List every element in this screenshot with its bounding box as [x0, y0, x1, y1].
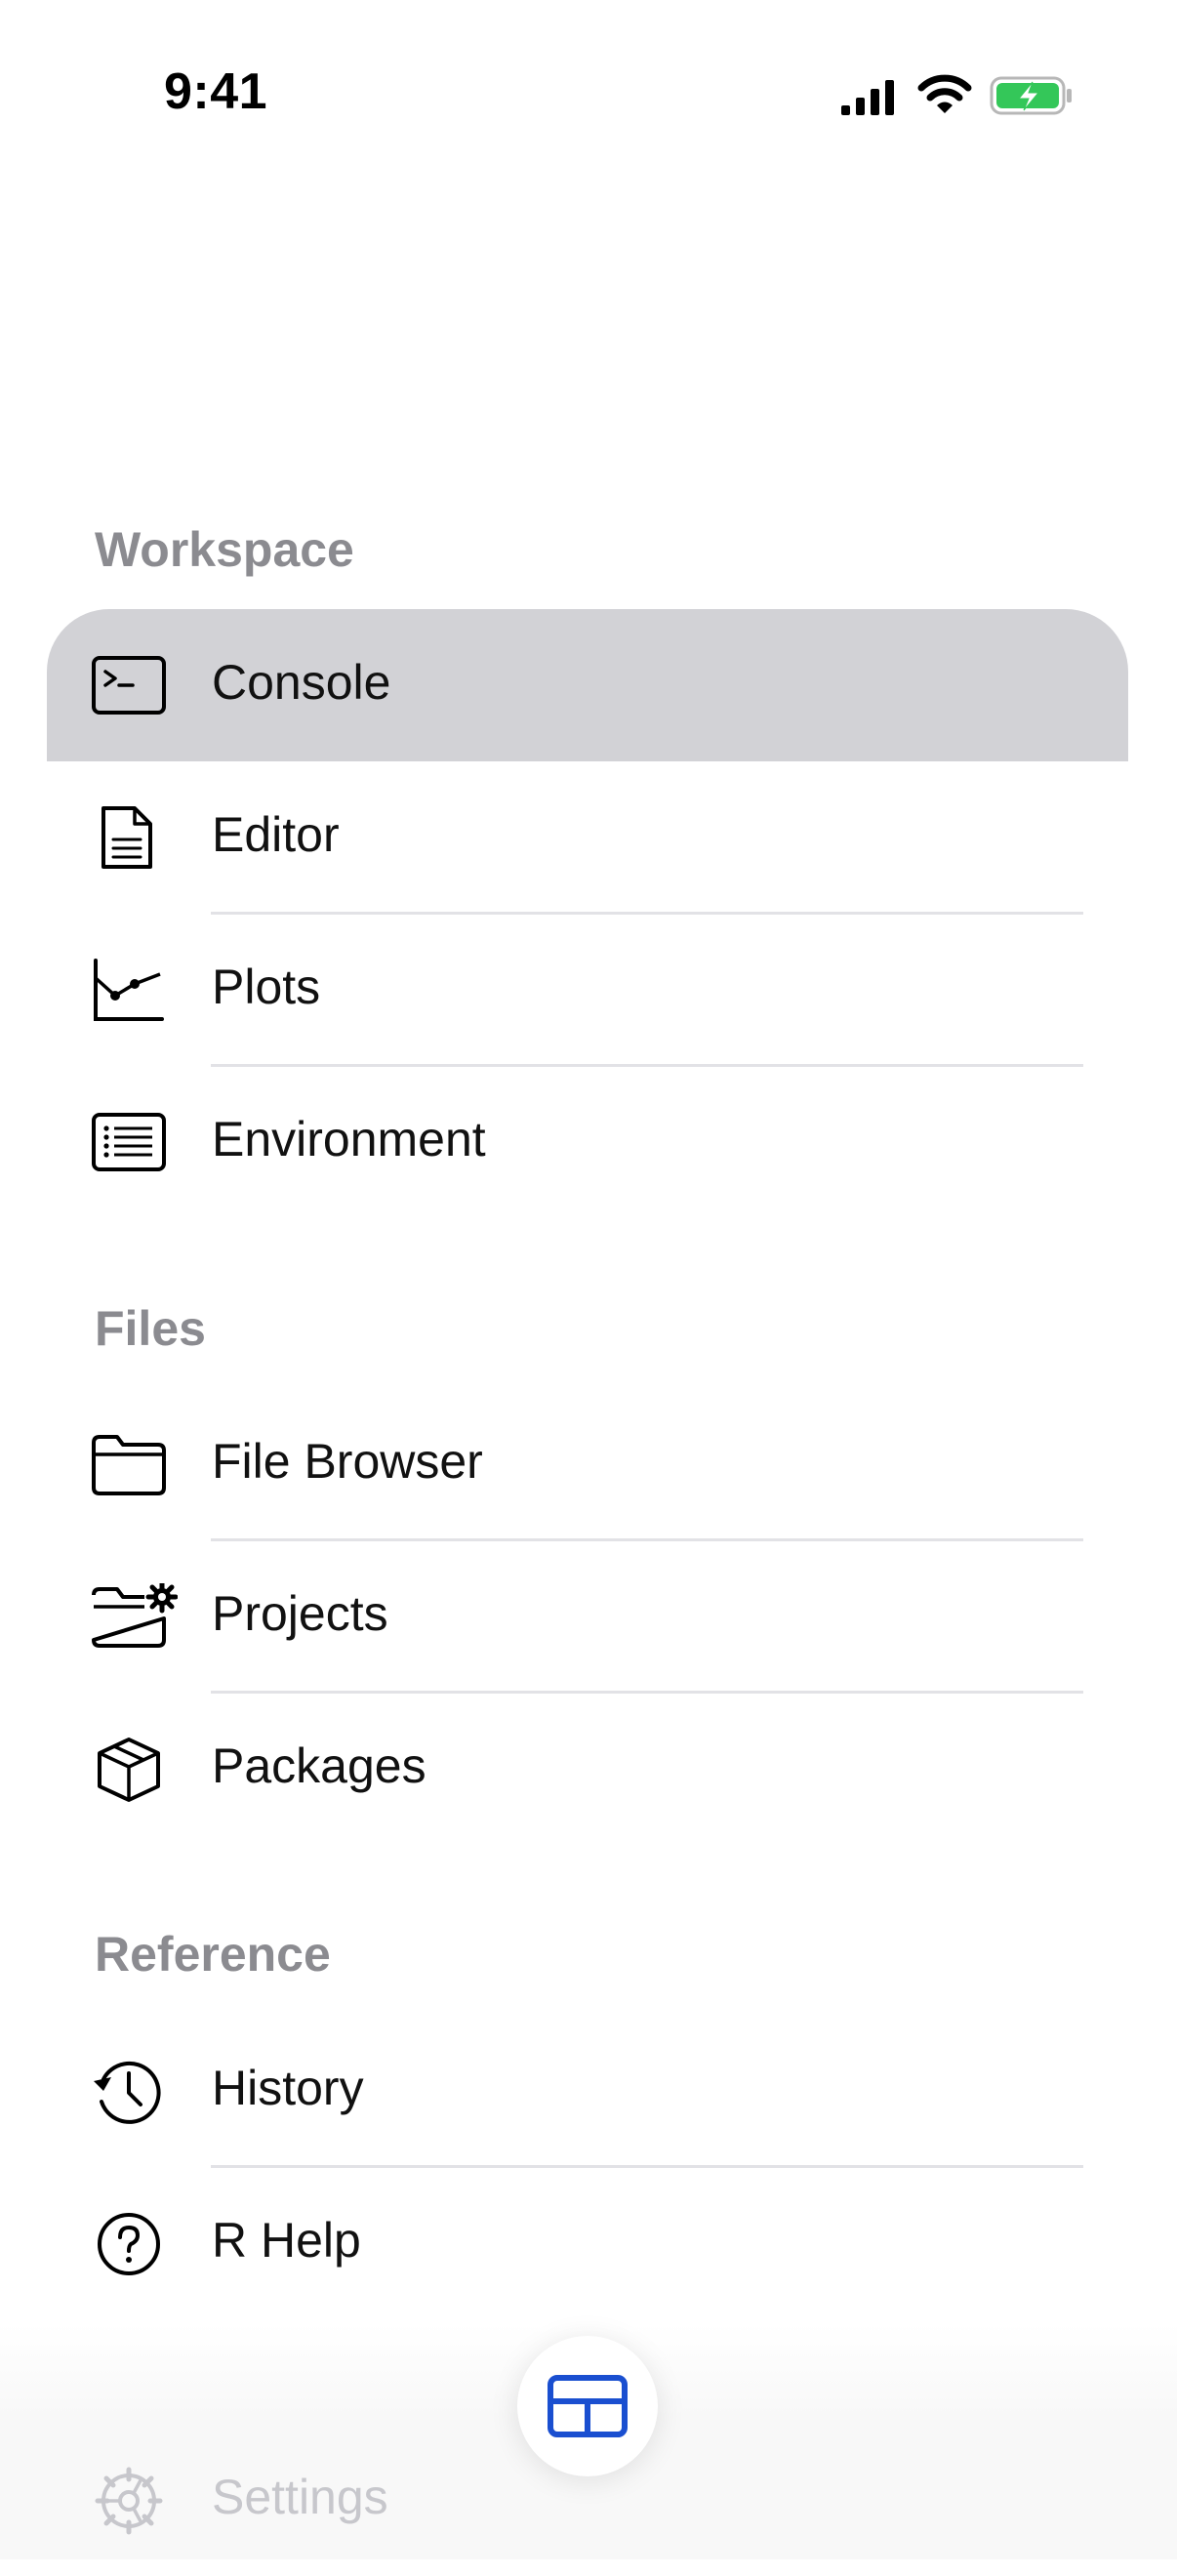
folder-gear-icon — [92, 1583, 178, 1648]
sidebar-item-label: File Browser — [212, 1434, 483, 1489]
sidebar-item-label: Console — [212, 655, 391, 710]
section-title-reference: Reference — [95, 1927, 331, 1982]
grid-layout-icon — [548, 2375, 628, 2437]
sidebar-item-label: History — [212, 2061, 364, 2115]
folder-icon — [92, 1435, 166, 1495]
cellular-signal-icon — [841, 80, 894, 115]
sidebar-item-console[interactable]: Console — [47, 609, 1128, 761]
sidebar-item-editor[interactable]: Editor — [47, 761, 1128, 914]
status-time: 9:41 — [164, 63, 268, 120]
document-icon — [101, 806, 152, 869]
sidebar-item-history[interactable]: History — [47, 2015, 1128, 2167]
sidebar-item-label: Editor — [212, 807, 340, 862]
sidebar-item-label: Packages — [212, 1738, 426, 1793]
chart-line-icon — [94, 959, 164, 1021]
status-icons — [839, 70, 1074, 123]
history-icon — [94, 2061, 161, 2124]
help-circle-icon — [98, 2213, 160, 2275]
status-bar: 9:41 — [0, 0, 1177, 195]
settings-label: Settings — [212, 2470, 388, 2524]
sidebar-item-label: Plots — [212, 960, 321, 1014]
package-icon — [98, 1738, 160, 1802]
terminal-icon — [92, 656, 166, 715]
layout-toggle-button[interactable] — [517, 2336, 658, 2476]
gear-icon — [95, 2467, 163, 2535]
sidebar-item-projects[interactable]: Projects — [47, 1540, 1128, 1693]
sidebar-item-environment[interactable]: Environment — [47, 1066, 1128, 1218]
list-icon — [92, 1113, 166, 1171]
sidebar-item-label: Environment — [212, 1112, 486, 1166]
sidebar-item-file-browser[interactable]: File Browser — [47, 1388, 1128, 1540]
section-title-files: Files — [95, 1301, 206, 1356]
sidebar-item-label: Projects — [212, 1586, 388, 1641]
sidebar-item-packages[interactable]: Packages — [47, 1693, 1128, 1845]
battery-charging-icon — [990, 76, 1072, 115]
section-title-workspace: Workspace — [95, 522, 354, 577]
sidebar-item-label: R Help — [212, 2213, 361, 2268]
sidebar-item-plots[interactable]: Plots — [47, 914, 1128, 1066]
sidebar-item-r-help[interactable]: R Help — [47, 2167, 1128, 2319]
wifi-icon — [917, 74, 972, 113]
